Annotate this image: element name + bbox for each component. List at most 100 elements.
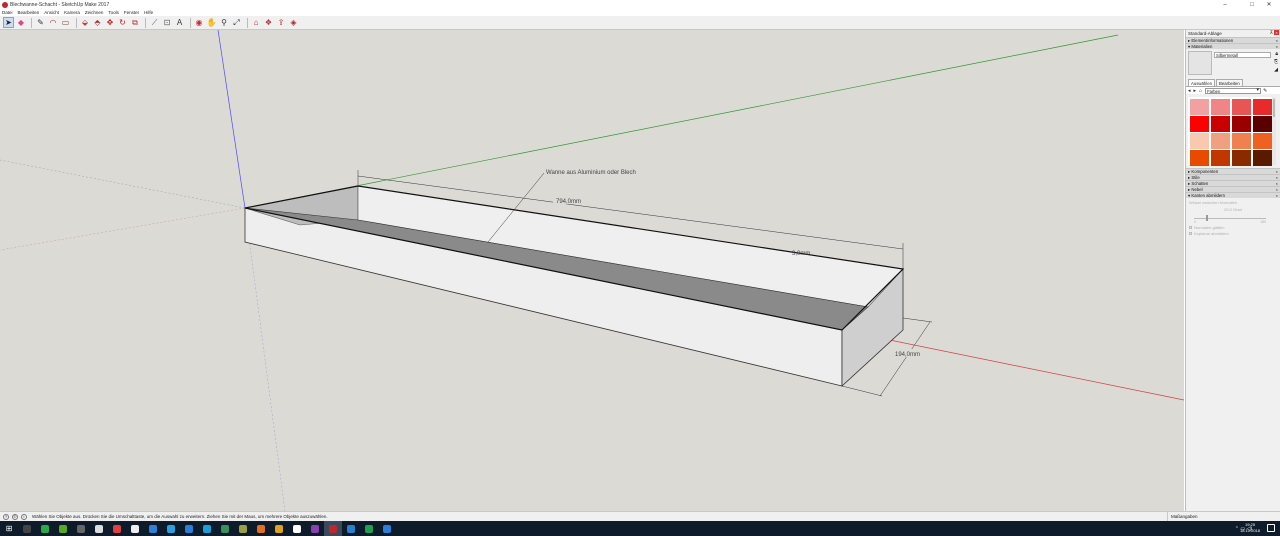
zoom-tool-icon[interactable]: ⚲ xyxy=(219,17,230,28)
rectangle-tool-icon[interactable]: ▭ xyxy=(60,17,71,28)
arc-tool-icon[interactable]: ◠ xyxy=(48,17,59,28)
material-swatch[interactable] xyxy=(1211,99,1230,115)
text-tool-icon[interactable]: A xyxy=(174,17,185,28)
taskbar-app-icon[interactable] xyxy=(162,521,180,536)
menu-kamera[interactable]: Kamera xyxy=(64,10,80,15)
home-icon[interactable]: ⌂ xyxy=(1199,88,1202,94)
taskbar-app-icon[interactable] xyxy=(378,521,396,536)
taskbar-app-icon[interactable] xyxy=(324,521,342,536)
material-swatch[interactable] xyxy=(1190,99,1209,115)
user-icon[interactable]: i xyxy=(21,513,27,520)
taskbar-app-icon[interactable] xyxy=(126,521,144,536)
close-button[interactable]: ✕ xyxy=(1258,0,1280,9)
taskbar-app-icon[interactable] xyxy=(54,521,72,536)
taskbar-app-icon[interactable] xyxy=(18,521,36,536)
taskbar-app-icon[interactable] xyxy=(252,521,270,536)
create-material-icon[interactable]: ⎘ xyxy=(1274,59,1278,65)
orbit-tool-icon[interactable]: ◉ xyxy=(194,17,205,28)
extension-warehouse-icon[interactable]: ❖ xyxy=(263,17,274,28)
material-swatch[interactable] xyxy=(1253,99,1272,115)
material-annotation-text[interactable]: Wanne aus Aluminium oder Blech xyxy=(546,170,636,176)
material-swatch[interactable] xyxy=(1232,133,1251,149)
slider-knob[interactable] xyxy=(1206,215,1208,221)
taskbar-app-icon[interactable] xyxy=(90,521,108,536)
swatch-scrollbar[interactable] xyxy=(1272,97,1276,165)
material-swatch[interactable] xyxy=(1190,150,1209,166)
material-swatch[interactable] xyxy=(1190,116,1209,132)
taskbar-app-icon[interactable] xyxy=(234,521,252,536)
material-swatch[interactable] xyxy=(1253,133,1272,149)
menu-hilfe[interactable]: Hilfe xyxy=(144,10,153,15)
eraser-tool-icon[interactable]: ◆ xyxy=(16,17,27,28)
taskbar-app-icon[interactable] xyxy=(306,521,324,536)
lock-icon[interactable]: 🔒︎ xyxy=(1275,51,1278,57)
select-tool-icon[interactable]: ➤ xyxy=(3,17,14,28)
forward-arrow-icon[interactable]: ▸ xyxy=(1194,88,1197,94)
material-swatch[interactable] xyxy=(1190,133,1209,149)
taskbar-app-icon[interactable] xyxy=(360,521,378,536)
taskbar-app-icon[interactable] xyxy=(216,521,234,536)
tray-close-icon[interactable]: × xyxy=(1274,30,1279,35)
push-pull-tool-icon[interactable]: ⬙ xyxy=(80,17,91,28)
dimension-tool-icon[interactable]: ⊡ xyxy=(162,17,173,28)
material-swatch[interactable] xyxy=(1232,116,1251,132)
width-dimension-label[interactable]: 194,0mm xyxy=(895,352,920,358)
thickness-dimension-label[interactable]: 3,0mm xyxy=(792,251,810,257)
taskbar-app-icon[interactable] xyxy=(342,521,360,536)
material-swatch[interactable] xyxy=(1253,150,1272,166)
material-swatch[interactable] xyxy=(1211,116,1230,132)
tab-auswaehlen[interactable]: Auswählen xyxy=(1188,79,1216,86)
scale-tool-icon[interactable]: ⧉ xyxy=(130,17,141,28)
zoom-extents-icon[interactable]: ⤢ xyxy=(231,17,242,28)
default-material-icon[interactable]: ◢ xyxy=(1274,67,1278,73)
taskbar-app-icon[interactable] xyxy=(288,521,306,536)
tab-bearbeiten[interactable]: Bearbeiten xyxy=(1216,79,1243,86)
menu-ansicht[interactable]: Ansicht xyxy=(44,10,59,15)
credits-icon[interactable]: © xyxy=(12,513,18,520)
share-model-icon[interactable]: ⇪ xyxy=(276,17,287,28)
taskbar-app-icon[interactable] xyxy=(144,521,162,536)
taskbar-app-icon[interactable] xyxy=(270,521,288,536)
taskbar-app-icon[interactable] xyxy=(198,521,216,536)
tape-measure-tool-icon[interactable]: ⟋ xyxy=(149,17,160,28)
sample-paint-icon[interactable]: ✎ xyxy=(1263,88,1267,94)
taskbar-app-icon[interactable] xyxy=(180,521,198,536)
taskbar-app-icon[interactable] xyxy=(108,521,126,536)
menu-datei[interactable]: Datei xyxy=(2,10,13,15)
length-dimension-label[interactable]: 794,0mm xyxy=(556,199,581,205)
rotate-tool-icon[interactable]: ↻ xyxy=(117,17,128,28)
move-tool-icon[interactable]: ✥ xyxy=(105,17,116,28)
menu-tools[interactable]: Tools xyxy=(108,10,119,15)
taskbar-clock[interactable]: 19:25 18.10.2018 xyxy=(1240,522,1260,534)
material-swatch[interactable] xyxy=(1211,150,1230,166)
pan-tool-icon[interactable]: ✋ xyxy=(206,17,217,28)
layout-icon[interactable]: ◈ xyxy=(288,17,299,28)
section-soften-edges[interactable]: ▾ Kanten abmildern × xyxy=(1186,192,1280,198)
taskbar-app-icon[interactable] xyxy=(36,521,54,536)
warehouse-icon[interactable]: ⌂ xyxy=(251,17,262,28)
menu-fenster[interactable]: Fenster xyxy=(124,10,139,15)
geo-location-icon[interactable]: ? xyxy=(3,513,9,520)
menu-bearbeiten[interactable]: Bearbeiten xyxy=(18,10,40,15)
toolbar-separator xyxy=(31,17,32,28)
material-name-field[interactable]: Silbermetall xyxy=(1214,52,1271,58)
back-arrow-icon[interactable]: ◂ xyxy=(1188,88,1191,94)
pin-icon[interactable]: ⊼ xyxy=(1270,30,1273,36)
pencil-tool-icon[interactable]: ✎ xyxy=(35,17,46,28)
smooth-normals-checkbox[interactable]: Normalen glätten xyxy=(1189,225,1277,230)
material-swatch[interactable] xyxy=(1232,150,1251,166)
soften-coplanar-checkbox[interactable]: Koplanar abmildern xyxy=(1189,231,1277,236)
follow-me-tool-icon[interactable]: ⬘ xyxy=(92,17,103,28)
windows-start-icon[interactable]: ⊞ xyxy=(0,521,18,536)
soften-angle-slider[interactable]: 0 180 xyxy=(1192,214,1274,224)
taskbar-app-icon[interactable] xyxy=(72,521,90,536)
material-swatch[interactable] xyxy=(1232,99,1251,115)
drawing-viewport[interactable]: 794,0mm 3,0mm 194,0mm Wanne aus Aluminiu… xyxy=(0,30,1184,511)
notification-center-icon[interactable] xyxy=(1267,524,1275,532)
material-swatch[interactable] xyxy=(1211,133,1230,149)
menu-zeichnen[interactable]: Zeichnen xyxy=(85,10,104,15)
collection-select[interactable]: Farben xyxy=(1205,87,1262,94)
minimize-button[interactable]: – xyxy=(1214,0,1236,9)
tray-expand-icon[interactable]: ⌃ xyxy=(1235,526,1239,532)
material-swatch[interactable] xyxy=(1253,116,1272,132)
